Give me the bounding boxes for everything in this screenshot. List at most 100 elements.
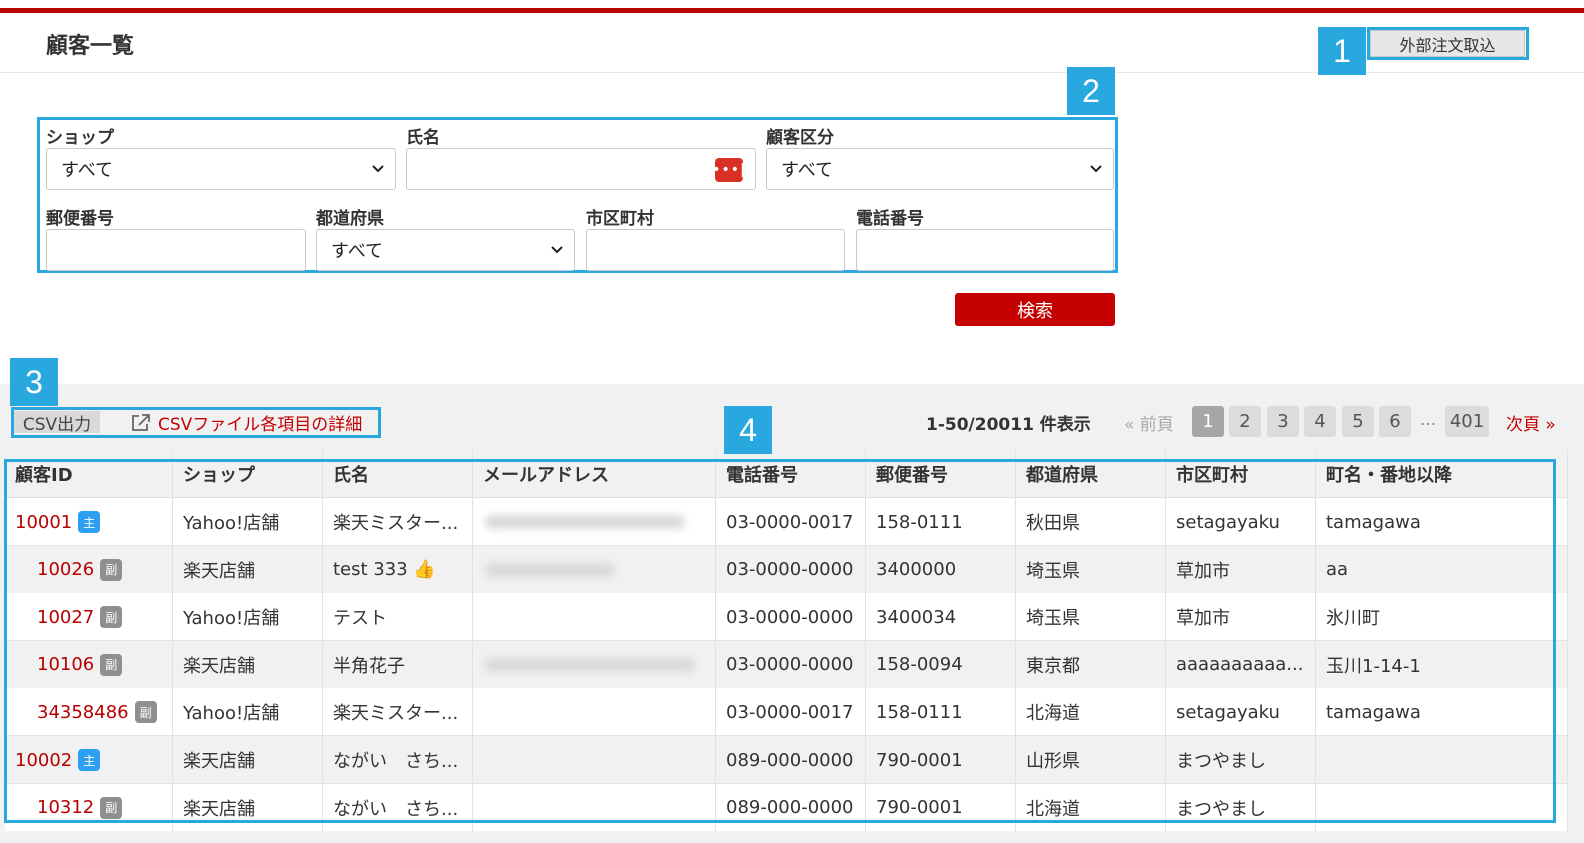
- prefecture-label: 都道府県: [316, 209, 384, 229]
- cell-customer-id: 10001 主: [5, 498, 173, 546]
- table-row[interactable]: 10002 主 楽天店舗 ながい さち... 089-000-0000 790-0001 山…: [5, 736, 1568, 784]
- city-label: 市区町村: [586, 209, 654, 229]
- external-order-import-button[interactable]: 外部注文取込: [1370, 30, 1525, 57]
- cell-name: 楽天ミスター...: [323, 688, 473, 737]
- phone-input[interactable]: [856, 229, 1114, 271]
- header-postal[interactable]: 郵便番号: [866, 450, 1016, 498]
- result-count: 1-50/20011 件表示: [926, 415, 1091, 435]
- header-prefecture[interactable]: 都道府県: [1016, 450, 1166, 498]
- cell-postal: 158-0111: [866, 498, 1016, 546]
- top-accent-bar: [0, 8, 1584, 13]
- cell-postal: 790-0001: [866, 736, 1016, 784]
- customer-type-select-value: すべて: [781, 160, 834, 181]
- city-input[interactable]: [586, 229, 845, 271]
- cell-city: まつやまし: [1166, 783, 1316, 831]
- callout-number-4: 4: [724, 406, 772, 454]
- page-button-1[interactable]: 1: [1192, 406, 1224, 437]
- cell-postal: 3400000: [866, 545, 1016, 594]
- main-customer-badge: 主: [78, 749, 101, 771]
- table-row[interactable]: 10001 主 Yahoo!店舗 楽天ミスター... 03-0000-0017 158-0…: [5, 498, 1568, 546]
- cell-phone: 089-000-0000: [716, 783, 866, 831]
- customer-id-link[interactable]: 10026: [37, 559, 94, 580]
- header-name[interactable]: 氏名: [323, 450, 473, 498]
- cell-pref: 埼玉県: [1016, 545, 1166, 594]
- customer-id-link[interactable]: 10106: [37, 654, 94, 675]
- page-button-2[interactable]: 2: [1229, 406, 1261, 437]
- postal-label: 郵便番号: [46, 209, 114, 229]
- redacted-blur: [485, 515, 685, 529]
- page-button-5[interactable]: 5: [1342, 406, 1374, 437]
- shop-label: ショップ: [46, 128, 114, 148]
- cell-name: ながい さち...: [323, 736, 473, 784]
- page-button-last[interactable]: 401: [1445, 406, 1489, 437]
- sub-customer-badge: 副: [100, 558, 123, 581]
- page-title: 顧客一覧: [46, 34, 135, 59]
- cell-town: 玉川1-14-1: [1316, 640, 1568, 689]
- table-row[interactable]: 34358486 副 Yahoo!店舗 楽天ミスター... 03-0000-0017 15…: [5, 688, 1568, 737]
- prefecture-select[interactable]: すべて: [316, 229, 575, 271]
- customer-id-link[interactable]: 10002: [15, 750, 72, 771]
- phone-label: 電話番号: [856, 209, 924, 229]
- header-phone[interactable]: 電話番号: [716, 450, 866, 498]
- external-link-icon: [132, 413, 150, 431]
- cell-pref: 秋田県: [1016, 498, 1166, 546]
- postal-input[interactable]: [46, 229, 306, 271]
- pagination-next[interactable]: 次頁 »: [1506, 410, 1556, 435]
- csv-detail-link[interactable]: CSVファイル各項目の詳細: [130, 410, 362, 435]
- header-city[interactable]: 市区町村: [1166, 450, 1316, 498]
- cell-phone: 03-0000-0000: [716, 640, 866, 689]
- chevron-down-icon: [372, 165, 384, 173]
- cell-name: test 333 👍: [323, 545, 473, 594]
- sub-customer-badge: 副: [100, 606, 123, 629]
- header-email[interactable]: メールアドレス: [473, 450, 716, 498]
- password-manager-icon[interactable]: •••|: [712, 158, 745, 182]
- page-button-6[interactable]: 6: [1379, 406, 1411, 437]
- customer-id-link[interactable]: 34358486: [37, 702, 129, 723]
- cell-phone: 03-0000-0000: [716, 545, 866, 594]
- cell-shop: Yahoo!店舗: [173, 688, 323, 737]
- header-customer-id[interactable]: 顧客ID: [5, 450, 173, 498]
- customer-type-label: 顧客区分: [766, 128, 834, 148]
- sub-customer-badge: 副: [100, 653, 123, 676]
- cell-customer-id: 10106 副: [5, 640, 173, 689]
- csv-export-button[interactable]: CSV出力: [14, 411, 100, 435]
- cell-name: ながい さち...: [323, 783, 473, 831]
- header-town[interactable]: 町名・番地以降: [1316, 450, 1568, 498]
- cell-pref: 北海道: [1016, 783, 1166, 831]
- cell-postal: 158-0094: [866, 640, 1016, 689]
- customer-id-link[interactable]: 10027: [37, 607, 94, 628]
- cell-phone: 089-000-0000: [716, 736, 866, 784]
- page-button-4[interactable]: 4: [1304, 406, 1336, 437]
- cell-name: 半角花子: [323, 640, 473, 689]
- prefecture-select-value: すべて: [331, 241, 384, 262]
- pagination-prev[interactable]: « 前頁: [1124, 410, 1174, 435]
- callout-number-1: 1: [1318, 27, 1366, 75]
- cell-email-redacted: [473, 688, 716, 737]
- customer-id-link[interactable]: 10312: [37, 797, 94, 818]
- table-row[interactable]: 10027 副 Yahoo!店舗 テスト 03-0000-0000 3400034 埼玉県草…: [5, 593, 1568, 642]
- cell-customer-id: 10312 副: [5, 783, 173, 831]
- table-row[interactable]: 10026 副 楽天店舗 test 333 👍 03-0000-0000 3400000 埼…: [5, 545, 1568, 594]
- customer-type-select[interactable]: すべて: [766, 148, 1114, 190]
- redacted-blur: [485, 657, 695, 672]
- table-row[interactable]: 10106 副 楽天店舗 半角花子 03-0000-0000 158-0094 東京都 aaa…: [5, 640, 1568, 689]
- cell-shop: 楽天店舗: [173, 736, 323, 784]
- cell-town: [1316, 783, 1568, 831]
- shop-select-value: すべて: [61, 160, 114, 181]
- table-row[interactable]: 10312 副 楽天店舗 ながい さち... 089-000-0000 790-0001 北…: [5, 783, 1568, 831]
- customer-table: 顧客ID ショップ 氏名 メールアドレス 電話番号 郵便番号 都道府県 市区町村…: [5, 450, 1568, 831]
- cell-email-redacted: [473, 593, 716, 642]
- cell-town: [1316, 736, 1568, 784]
- name-input[interactable]: •••|: [406, 148, 756, 190]
- header-shop[interactable]: ショップ: [173, 450, 323, 498]
- search-button[interactable]: 検索: [955, 293, 1115, 326]
- cell-customer-id: 10002 主: [5, 736, 173, 784]
- shop-select[interactable]: すべて: [46, 148, 396, 190]
- page-button-3[interactable]: 3: [1267, 406, 1299, 437]
- cell-town: 氷川町: [1316, 593, 1568, 642]
- cell-town: aa: [1316, 545, 1568, 594]
- cell-phone: 03-0000-0000: [716, 593, 866, 642]
- customer-id-link[interactable]: 10001: [15, 512, 72, 533]
- chevron-down-icon: [551, 246, 563, 254]
- cell-phone: 03-0000-0017: [716, 688, 866, 737]
